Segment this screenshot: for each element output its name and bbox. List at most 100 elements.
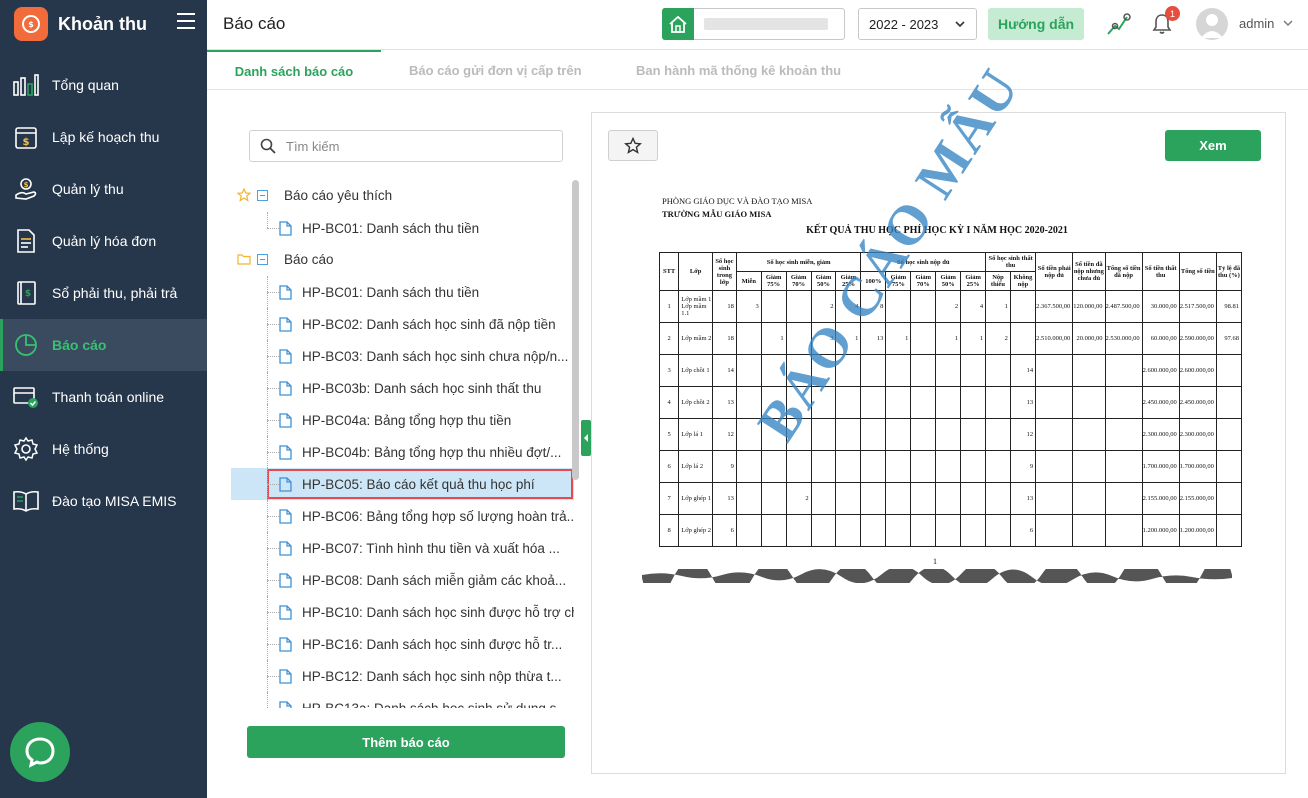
tree-group-reports[interactable]: Báo cáo: [231, 244, 574, 276]
search-icon: [260, 138, 276, 154]
table-cell: 13: [711, 386, 737, 419]
table-cell: 120.000,00: [1072, 290, 1106, 323]
table-cell: [960, 418, 987, 451]
tree-item[interactable]: HP-BC04a: Bảng tổng hợp thu tiền: [231, 404, 574, 436]
table-cell: [1072, 354, 1106, 387]
notification-bell-icon[interactable]: 1: [1148, 6, 1180, 38]
sub-header: Giảm 50%: [935, 271, 962, 291]
sidebar-item-lap-ke-hoach-thu[interactable]: $ Lập kế hoạch thu: [0, 111, 207, 163]
table-cell: [960, 514, 987, 547]
tree-scrollbar[interactable]: [572, 180, 579, 708]
tree-item-box: HP-BC06: Bảng tổng hợp số lượng hoàn trả…: [279, 501, 574, 531]
search-input[interactable]: [286, 138, 536, 154]
col-header: STT: [658, 252, 680, 291]
tree-item[interactable]: HP-BC04b: Bảng tổng hợp thu nhiều đợt/..…: [231, 436, 574, 468]
table-cell: Lớp lá 2: [678, 450, 713, 483]
tree-item[interactable]: HP-BC12: Danh sách học sinh nộp thừa t..…: [231, 660, 574, 692]
table-cell: 14: [711, 354, 737, 387]
table-cell: [835, 514, 862, 547]
sub-header: Giảm 70%: [910, 271, 937, 291]
table-cell: 2: [658, 322, 680, 355]
table-cell: 2: [985, 322, 1011, 355]
tree-item[interactable]: HP-BC13a: Danh sách học sinh sử dụng s: [231, 692, 574, 708]
tree-item[interactable]: HP-BC08: Danh sách miễn giảm các khoả...: [231, 564, 574, 596]
bar-chart-icon: [12, 71, 40, 99]
report-search[interactable]: [249, 130, 563, 162]
chat-bubble-icon: [25, 737, 55, 768]
menu-toggle-icon[interactable]: [177, 13, 195, 29]
favorite-button[interactable]: [608, 130, 658, 161]
document-icon: [279, 220, 292, 236]
panel-collapse-handle[interactable]: [581, 420, 591, 456]
table-cell: 12: [711, 418, 737, 451]
tree-item[interactable]: HP-BC10: Danh sách học sinh được hỗ trợ …: [231, 596, 574, 628]
user-name[interactable]: admin: [1239, 16, 1274, 31]
scrollbar-thumb[interactable]: [572, 180, 579, 480]
tree-item[interactable]: HP-BC02: Danh sách học sinh đã nộp tiền: [231, 308, 574, 340]
sidebar-item-dao-tao[interactable]: Đào tạo MISA EMIS: [0, 475, 207, 527]
table-cell: [1072, 386, 1106, 419]
sidebar-item-bao-cao[interactable]: Báo cáo: [0, 319, 207, 371]
col-header: Số tiền phải nộp đủ: [1035, 252, 1074, 291]
document-icon: [279, 412, 292, 428]
add-report-button[interactable]: Thêm báo cáo: [247, 726, 565, 758]
tree-item[interactable]: HP-BC03b: Danh sách học sinh thất thu: [231, 372, 574, 404]
table-cell: Lớp ghép 2: [678, 514, 713, 547]
tree-item-label: HP-BC08: Danh sách miễn giảm các khoả...: [302, 572, 567, 588]
tree-item-box: HP-BC04b: Bảng tổng hợp thu nhiều đợt/..…: [279, 437, 561, 467]
table-cell: 18: [711, 322, 737, 355]
tree-item-box: HP-BC03b: Danh sách học sinh thất thu: [279, 373, 541, 403]
sidebar-item-so-phai-thu[interactable]: $ Sổ phải thu, phải trả: [0, 267, 207, 319]
table-cell: [810, 482, 837, 515]
table-cell: [785, 450, 812, 483]
document-icon: [279, 444, 292, 460]
sidebar-item-quan-ly-hoa-don[interactable]: Quản lý hóa đơn: [0, 215, 207, 267]
school-year-select[interactable]: 2022 - 2023: [858, 8, 977, 40]
chat-support-button[interactable]: [10, 722, 70, 782]
table-cell: 1.700.000,00: [1141, 450, 1180, 483]
collapse-toggle-icon[interactable]: [257, 190, 268, 201]
tree-item-box: HP-BC13a: Danh sách học sinh sử dụng s: [279, 693, 556, 708]
sidebar-item-quan-ly-thu[interactable]: $ Quản lý thu: [0, 163, 207, 215]
svg-text:$: $: [24, 181, 29, 189]
sidebar-item-thanh-toan-online[interactable]: Thanh toán online: [0, 371, 207, 423]
school-select[interactable]: [662, 7, 845, 40]
tree-item-selected[interactable]: HP-BC05: Báo cáo kết quả thu học phí: [231, 468, 574, 500]
report-tabs: Danh sách báo cáo Báo cáo gửi đơn vị cấp…: [207, 50, 1308, 90]
tab-ban-hanh-ma-thong-ke[interactable]: Ban hành mã thống kê khoản thu: [636, 50, 841, 90]
folder-icon: [237, 254, 251, 265]
tree-item[interactable]: HP-BC01: Danh sách thu tiền: [231, 276, 574, 308]
tree-item-box: HP-BC04a: Bảng tổng hợp thu tiền: [279, 405, 511, 435]
sidebar-item-he-thong[interactable]: Hệ thống: [0, 423, 207, 475]
chevron-down-icon[interactable]: [1282, 17, 1294, 29]
table-cell: [1035, 482, 1074, 515]
table-cell: 1.200.000,00: [1141, 514, 1180, 547]
avatar[interactable]: [1196, 8, 1228, 40]
tab-bao-cao-gui-cap-tren[interactable]: Báo cáo gửi đơn vị cấp trên: [409, 50, 582, 90]
guide-button[interactable]: Hướng dẫn: [988, 8, 1084, 40]
table-cell: 12: [1009, 418, 1037, 451]
tab-danh-sach-bao-cao[interactable]: Danh sách báo cáo: [207, 50, 381, 90]
sidebar-item-tong-quan[interactable]: Tổng quan: [0, 59, 207, 111]
collapse-toggle-icon[interactable]: [257, 254, 268, 265]
tree-item[interactable]: HP-BC16: Danh sách học sinh được hỗ tr..…: [231, 628, 574, 660]
brand[interactable]: $ Khoản thu: [14, 7, 147, 41]
activity-chart-icon[interactable]: [1104, 10, 1132, 38]
table-cell: 8: [658, 514, 680, 547]
view-report-button[interactable]: Xem: [1165, 130, 1261, 161]
col-header: Số tiền đã nộp nhưng chưa đủ: [1072, 252, 1106, 291]
tree-item[interactable]: HP-BC06: Bảng tổng hợp số lượng hoàn trả…: [231, 500, 574, 532]
tree-item-box: HP-BC02: Danh sách học sinh đã nộp tiền: [279, 309, 556, 339]
tree-item-fav-bc01[interactable]: HP-BC01: Danh sách thu tiền: [231, 212, 574, 244]
tree-item[interactable]: HP-BC03: Danh sách học sinh chưa nộp/n..…: [231, 340, 574, 372]
table-cell: [1009, 322, 1037, 355]
table-cell: [760, 514, 787, 547]
tree-item[interactable]: HP-BC07: Tình hình thu tiền và xuất hóa …: [231, 532, 574, 564]
document-icon: [279, 380, 292, 396]
table-cell: [985, 514, 1011, 547]
table-cell: 2.155.000,00: [1141, 482, 1180, 515]
tree-group-favorites[interactable]: Báo cáo yêu thích: [231, 180, 574, 212]
ledger-icon: $: [12, 279, 40, 307]
table-cell: [935, 354, 962, 387]
col-header: Tỷ lệ đã thu (%): [1215, 252, 1243, 291]
